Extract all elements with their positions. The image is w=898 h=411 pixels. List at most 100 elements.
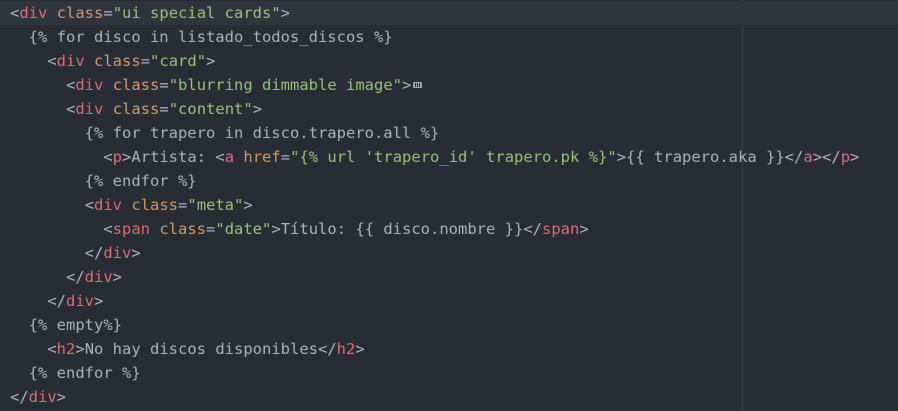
code-punctuation: </ [84, 244, 104, 262]
code-attribute: class [159, 220, 207, 238]
code-tag-name: div [19, 4, 48, 22]
code-tag-name: h2 [336, 340, 356, 358]
code-string: "ui special cards" [112, 4, 281, 22]
code-punctuation: > [579, 220, 589, 238]
code-string: "card" [150, 52, 207, 70]
code-tag-name: a [803, 148, 813, 166]
code-string: "meta" [187, 196, 244, 214]
code-punctuation: < [66, 76, 76, 94]
code-text: {{ trapero.aka }} [626, 148, 785, 166]
code-text: {% endfor %} [10, 364, 141, 382]
code-text: Título: {{ disco.nombre }} [280, 220, 524, 238]
code-tag-name: div [94, 196, 122, 214]
code-punctuation: > [850, 148, 860, 166]
code-text: {% endfor %} [10, 172, 197, 190]
code-line[interactable]: <p>Artista: <a href="{% url 'trapero_id'… [0, 145, 898, 169]
code-tag-name: div [28, 388, 57, 406]
code-tag-name: a [224, 148, 235, 166]
code-editor[interactable]: <div class="ui special cards"> {% for di… [0, 0, 898, 411]
code-tag-name: div [75, 100, 104, 118]
code-punctuation: < [215, 148, 225, 166]
code-attribute: class [131, 196, 179, 214]
code-tag-name: div [75, 76, 104, 94]
code-attribute: class [112, 76, 160, 94]
code-string: "date" [215, 220, 272, 238]
code-punctuation: > [206, 52, 216, 70]
code-attribute: class [112, 100, 160, 118]
code-line[interactable]: <h2>No hay discos disponibles</h2> [0, 337, 898, 361]
code-punctuation: = [178, 196, 188, 214]
code-punctuation: = [159, 76, 169, 94]
code-punctuation: > [616, 148, 627, 166]
code-punctuation: < [47, 52, 57, 70]
code-punctuation: > [271, 220, 281, 238]
code-punctuation: </ [523, 220, 543, 238]
code-line[interactable]: <div class="meta"> [0, 193, 898, 217]
code-punctuation: > [131, 244, 141, 262]
code-punctuation: = [280, 148, 291, 166]
code-punctuation: </ [66, 268, 85, 286]
code-punctuation: > [56, 388, 67, 406]
code-punctuation: > [252, 100, 263, 118]
code-punctuation: = [159, 100, 169, 118]
code-punctuation: = [206, 220, 216, 238]
code-punctuation: > [355, 340, 365, 358]
fold-ellipsis-icon[interactable] [413, 81, 423, 88]
code-tag-name: p [840, 148, 851, 166]
code-tag-name: span [542, 220, 580, 238]
code-text: {% empty%} [10, 316, 122, 334]
code-punctuation: </ [317, 340, 337, 358]
code-tag-name: div [103, 244, 132, 262]
code-line[interactable]: <div class="content"> [0, 97, 898, 121]
code-string: "blurring dimmable image" [168, 76, 402, 94]
code-line[interactable]: </div> [0, 265, 898, 289]
code-line[interactable]: <div class="card"> [0, 49, 898, 73]
code-line[interactable]: </div> [0, 289, 898, 313]
code-punctuation: < [10, 4, 20, 22]
code-line[interactable]: {% for disco in listado_todos_discos %} [0, 25, 898, 49]
code-text: No hay discos disponibles [84, 340, 318, 358]
code-line[interactable]: {% for trapero in disco.trapero.all %} [0, 121, 898, 145]
code-attribute: class [94, 52, 141, 70]
code-line[interactable]: {% endfor %} [0, 169, 898, 193]
code-punctuation: > [112, 268, 123, 286]
code-punctuation: </ [47, 292, 66, 310]
code-punctuation: < [103, 148, 113, 166]
code-line[interactable]: {% empty%} [0, 313, 898, 337]
code-text: Artista: [131, 148, 216, 166]
code-line[interactable]: <span class="date">Título: {{ disco.nomb… [0, 217, 898, 241]
code-punctuation: > [243, 196, 253, 214]
code-line[interactable]: <div class="blurring dimmable image"> [0, 73, 898, 97]
code-line[interactable]: </div> [0, 385, 898, 409]
code-line[interactable]: </div> [0, 241, 898, 265]
code-punctuation: </ [784, 148, 804, 166]
code-punctuation: > [402, 76, 412, 94]
code-attribute: href [243, 148, 281, 166]
code-line[interactable]: <div class="ui special cards"> [0, 1, 898, 25]
code-text: {% for trapero in disco.trapero.all %} [10, 124, 440, 142]
code-tag-name: span [112, 220, 150, 238]
code-tag-name: div [56, 52, 85, 70]
code-punctuation: ></ [812, 148, 841, 166]
code-text: {% for disco in listado_todos_discos %} [10, 28, 393, 46]
code-punctuation: < [47, 340, 57, 358]
code-line[interactable]: {% endfor %} [0, 361, 898, 385]
code-tag-name: div [66, 292, 94, 310]
code-tag-name: h2 [56, 340, 76, 358]
code-punctuation: > [75, 340, 85, 358]
